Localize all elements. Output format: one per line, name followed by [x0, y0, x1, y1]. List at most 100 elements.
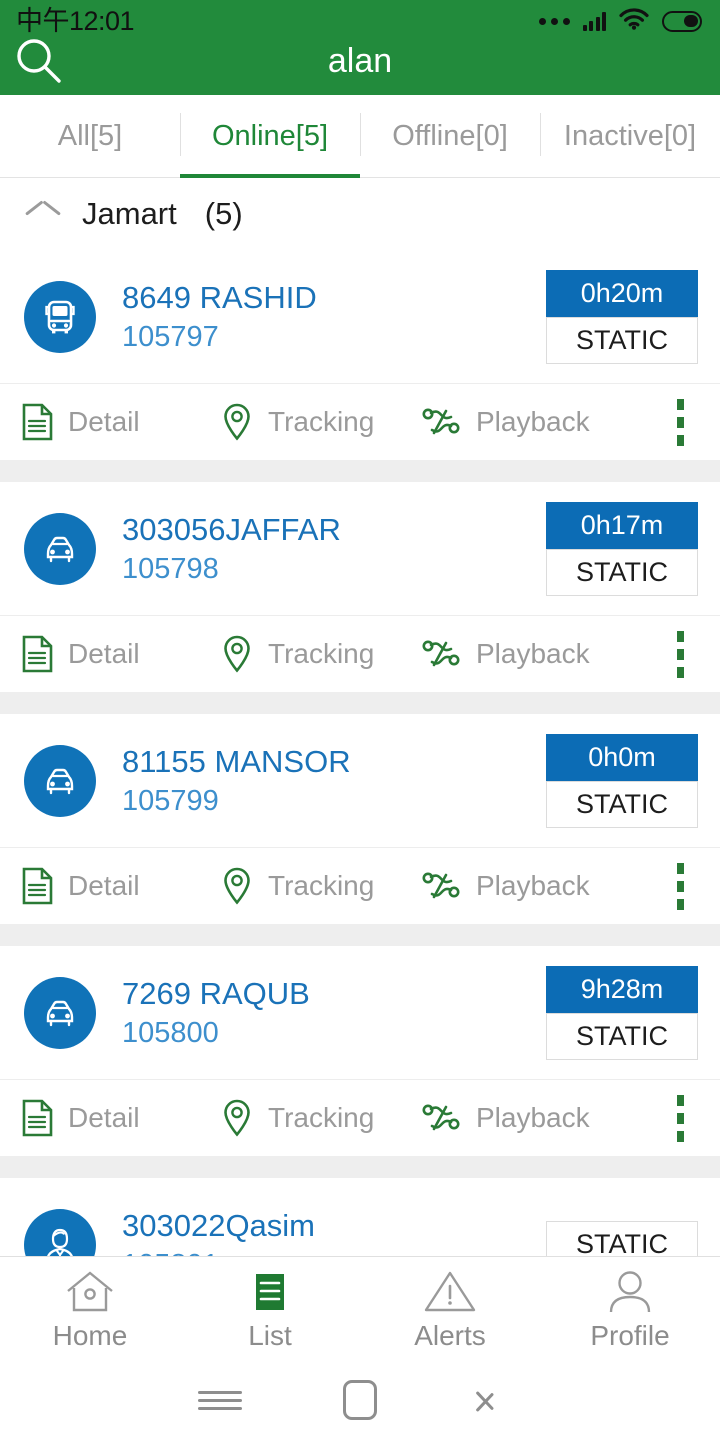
tracking-button[interactable]: Tracking — [220, 401, 420, 443]
chevron-up-icon[interactable] — [26, 204, 60, 224]
playback-button[interactable]: Playback — [420, 866, 620, 906]
nav-label-alerts: Alerts — [414, 1319, 486, 1351]
nav-item-list[interactable]: List — [180, 1257, 360, 1360]
nav-label-profile: Profile — [590, 1319, 670, 1351]
top-bar: 中午12:01 alan — [0, 0, 720, 95]
state-badge: STATIC — [546, 316, 698, 364]
map-pin-icon — [224, 635, 250, 673]
search-icon[interactable] — [0, 26, 78, 95]
list-item[interactable]: 8649 RASHID 105797 0h20m STATIC Detail T… — [0, 250, 720, 482]
vehicle-text: 8649 RASHID 105797 — [122, 282, 546, 352]
action-row: Detail Tracking Playback — [0, 615, 720, 692]
vehicle-id: 105797 — [122, 320, 219, 353]
vehicle-summary[interactable]: 7269 RAQUB 105800 9h28m STATIC — [0, 946, 720, 1079]
person-outline-icon — [606, 1268, 654, 1316]
list-separator — [0, 692, 720, 714]
app-root: 中午12:01 alan All[5] Online[5] Offline[0]… — [0, 0, 720, 1440]
duration-badge: 0h17m — [546, 501, 698, 549]
car-icon — [24, 976, 96, 1049]
vehicle-name: 303022Qasim — [122, 1207, 316, 1243]
vehicle-id: 105800 — [122, 1016, 219, 1049]
state-badge: STATIC — [546, 1221, 698, 1256]
status-badge: 0h20m STATIC — [546, 269, 698, 364]
route-path-icon — [422, 1104, 460, 1131]
vehicle-text: 81155 MANSOR 105799 — [122, 746, 546, 816]
duration-badge: 0h0m — [546, 733, 698, 781]
list-item[interactable]: 7269 RAQUB 105800 9h28m STATIC Detail Tr… — [0, 946, 720, 1178]
action-row: Detail Tracking Playback — [0, 1079, 720, 1156]
vehicle-text: 7269 RAQUB 105800 — [122, 978, 546, 1048]
list-icon — [248, 1268, 292, 1316]
playback-label: Playback — [476, 406, 590, 437]
nav-label-list: List — [248, 1319, 292, 1351]
tab-all[interactable]: All[5] — [0, 95, 180, 178]
tracking-button[interactable]: Tracking — [220, 1097, 420, 1139]
detail-label: Detail — [68, 638, 140, 669]
tab-inactive[interactable]: Inactive[0] — [540, 95, 720, 178]
map-pin-icon — [224, 403, 250, 441]
playback-button[interactable]: Playback — [420, 634, 620, 674]
kebab-menu-icon[interactable] — [662, 384, 698, 460]
car-icon — [24, 512, 96, 585]
car-icon — [24, 744, 96, 817]
tab-offline[interactable]: Offline[0] — [360, 95, 540, 178]
list-item[interactable]: 303022Qasim 105801 STATIC Detail — [0, 1178, 720, 1256]
map-pin-icon — [224, 1099, 250, 1137]
playback-label: Playback — [476, 870, 590, 901]
nav-item-profile[interactable]: Profile — [540, 1257, 720, 1360]
more-dots-icon — [538, 17, 570, 25]
group-header[interactable]: Jamart (5) — [0, 178, 720, 250]
vehicle-summary[interactable]: 8649 RASHID 105797 0h20m STATIC — [0, 250, 720, 383]
status-badge: 0h17m STATIC — [546, 501, 698, 596]
duration-badge: 9h28m — [546, 965, 698, 1013]
vehicle-name: 81155 MANSOR — [122, 743, 351, 779]
detail-label: Detail — [68, 1102, 140, 1133]
vehicle-id: 105801 — [122, 1250, 546, 1256]
detail-button[interactable]: Detail — [20, 402, 220, 442]
playback-button[interactable]: Playback — [420, 402, 620, 442]
playback-button[interactable]: Playback — [420, 1098, 620, 1138]
tracking-label: Tracking — [268, 870, 375, 901]
bus-icon — [24, 280, 96, 353]
group-count: (5) — [204, 196, 243, 231]
list-item[interactable]: 303056JAFFAR 105798 0h17m STATIC Detail — [0, 482, 720, 714]
nav-item-home[interactable]: Home — [0, 1257, 180, 1360]
recent-apps-icon[interactable] — [150, 1360, 290, 1440]
playback-label: Playback — [476, 1102, 590, 1133]
nav-item-alerts[interactable]: Alerts — [360, 1257, 540, 1360]
status-badge: 0h0m STATIC — [546, 733, 698, 828]
map-pin-icon — [224, 867, 250, 905]
back-chevron-icon[interactable] — [430, 1360, 570, 1440]
detail-button[interactable]: Detail — [20, 866, 220, 906]
vehicle-list[interactable]: 8649 RASHID 105797 0h20m STATIC Detail T… — [0, 250, 720, 1256]
list-separator — [0, 1156, 720, 1178]
vehicle-id: 105799 — [122, 784, 219, 817]
status-badge: 9h28m STATIC — [546, 965, 698, 1060]
detail-button[interactable]: Detail — [20, 634, 220, 674]
tracking-button[interactable]: Tracking — [220, 633, 420, 675]
detail-button[interactable]: Detail — [20, 1098, 220, 1138]
list-separator — [0, 924, 720, 946]
tracking-button[interactable]: Tracking — [220, 865, 420, 907]
tab-online[interactable]: Online[5] — [180, 95, 360, 178]
state-badge: STATIC — [546, 548, 698, 596]
android-system-bar — [0, 1360, 720, 1440]
vehicle-id: 105798 — [122, 552, 219, 585]
action-row: Detail Tracking Playback — [0, 383, 720, 460]
list-item[interactable]: 81155 MANSOR 105799 0h0m STATIC Detail T… — [0, 714, 720, 946]
vehicle-summary[interactable]: 81155 MANSOR 105799 0h0m STATIC — [0, 714, 720, 847]
document-icon — [22, 867, 53, 905]
group-name: Jamart — [82, 196, 177, 231]
kebab-menu-icon[interactable] — [662, 848, 698, 924]
state-badge: STATIC — [546, 1012, 698, 1060]
kebab-menu-icon[interactable] — [662, 616, 698, 692]
filter-tabs: All[5] Online[5] Offline[0] Inactive[0] — [0, 95, 720, 178]
route-path-icon — [422, 640, 460, 667]
home-square-icon[interactable] — [290, 1360, 430, 1440]
page-title: alan — [327, 41, 393, 80]
kebab-menu-icon[interactable] — [662, 1080, 698, 1156]
detail-label: Detail — [68, 406, 140, 437]
vehicle-name: 303056JAFFAR — [122, 511, 341, 547]
vehicle-summary[interactable]: 303022Qasim 105801 STATIC — [0, 1178, 720, 1256]
vehicle-summary[interactable]: 303056JAFFAR 105798 0h17m STATIC — [0, 482, 720, 615]
